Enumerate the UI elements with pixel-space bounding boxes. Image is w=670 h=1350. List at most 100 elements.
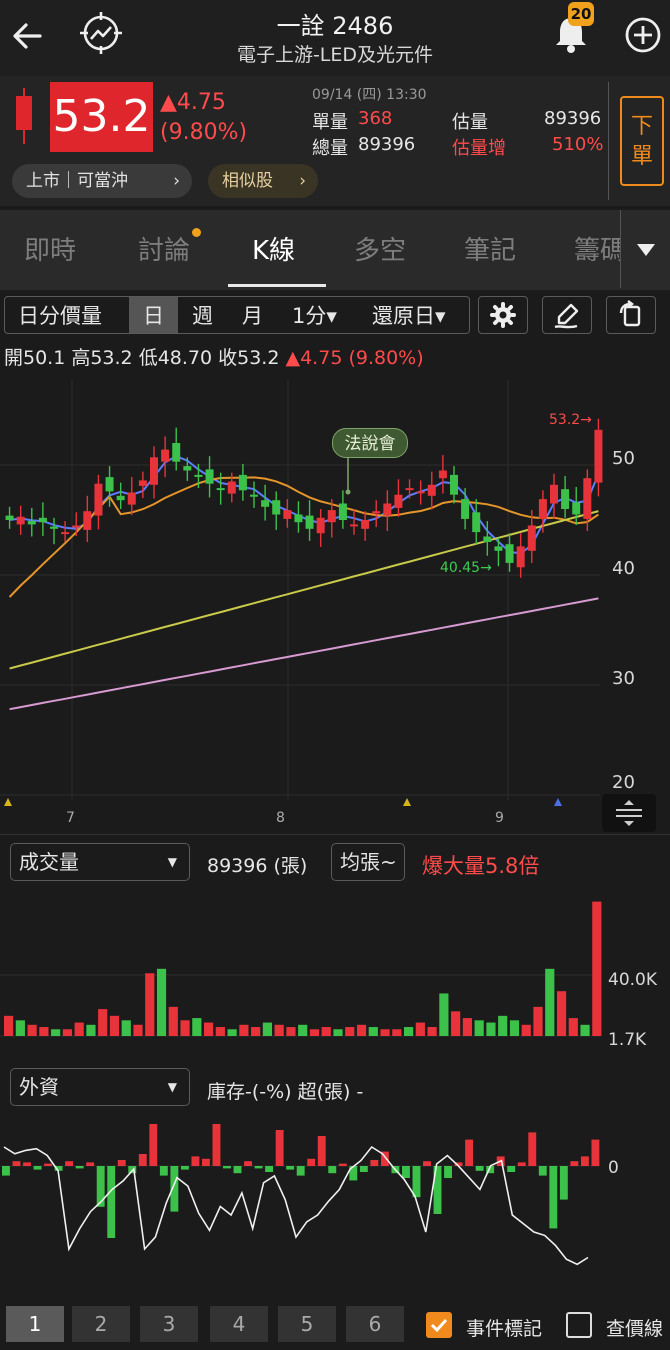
candle-body [361, 520, 370, 529]
event-marker-dot [345, 489, 351, 495]
page-1-button[interactable]: 1 [6, 1306, 64, 1342]
foreign-bar [507, 1166, 516, 1172]
volume-bar [509, 1020, 520, 1036]
candle-body [461, 499, 470, 519]
foreign-bar [23, 1162, 31, 1166]
place-order-label-1: 下 [630, 114, 653, 139]
ohlc-summary: 開50.1 高53.2 低48.70 收53.2 ▲4.75 (9.80%) [4, 343, 424, 370]
tab-kline[interactable]: K線 [252, 230, 295, 267]
caret-down-icon [637, 244, 655, 256]
candle-body [538, 499, 547, 519]
volume-bar [580, 1024, 590, 1036]
page-5-button[interactable]: 5 [278, 1306, 336, 1342]
high-price-annotation: 53.2→ [549, 412, 592, 428]
volume-bar [498, 1015, 508, 1036]
toolbar-intraday[interactable]: 日分價量 [18, 300, 102, 330]
page-4-button[interactable]: 4 [210, 1306, 268, 1342]
candle-body [50, 526, 58, 529]
toolbar-week[interactable]: 週 [192, 300, 213, 330]
foreign-bar [538, 1166, 547, 1176]
tab-discussion[interactable]: 討論 [138, 230, 190, 267]
foreign-bar [149, 1124, 158, 1166]
event-annotation-label[interactable]: 法說會 [332, 428, 408, 458]
current-price: 53.2 [50, 82, 153, 152]
panel-resize-button[interactable] [602, 794, 656, 832]
volume-bar [109, 1015, 120, 1036]
volume-indicator-select[interactable]: 成交量 ▼ [10, 843, 190, 881]
volume-bar [156, 968, 167, 1036]
y-tick-40: 40 [612, 558, 635, 579]
foreign-bar [138, 1154, 147, 1166]
volume-value: 89396 (張) [207, 855, 308, 877]
foreign-bar [244, 1161, 252, 1166]
kline-candles [5, 418, 603, 578]
similar-stocks-button[interactable]: 相似股 › [208, 164, 318, 198]
volume-bar [462, 1018, 472, 1036]
foreign-bar [223, 1166, 231, 1169]
foreign-bar [265, 1166, 274, 1172]
foreign-bar [2, 1166, 10, 1176]
page-3-button[interactable]: 3 [140, 1306, 198, 1342]
tab-notes[interactable]: 筆記 [464, 230, 516, 267]
place-order-button[interactable]: 下 單 [620, 96, 664, 186]
foreign-bar [233, 1166, 242, 1174]
foreign-bar [423, 1161, 431, 1166]
volume-bar [133, 1024, 143, 1036]
volume-bar [204, 1022, 214, 1036]
estimated-increase-label: 估量增 [452, 138, 506, 159]
tab-realtime[interactable]: 即時 [24, 230, 76, 267]
candle-body [61, 532, 70, 535]
candle-body [516, 546, 525, 568]
event-mark-label: 事件標記 [466, 1318, 543, 1340]
toolbar-day[interactable]: 日 [143, 300, 164, 330]
event-triangle-icon [554, 798, 562, 806]
event-mark-checkbox[interactable] [426, 1312, 452, 1338]
toolbar-minute-select[interactable]: 1分▾ [292, 300, 337, 330]
tab-chips[interactable]: 籌碼 [574, 230, 620, 267]
foreign-bar [75, 1166, 84, 1169]
volume-bar [545, 968, 555, 1036]
toolbar-adjust-select[interactable]: 還原日▾ [372, 300, 446, 330]
candle-body [72, 525, 81, 528]
notification-badge: 20 [568, 2, 594, 26]
unit-volume-value: 368 [358, 108, 393, 129]
caret-down-icon: ▼ [167, 1080, 177, 1094]
page-2-button[interactable]: 2 [72, 1306, 130, 1342]
volume-bar [368, 1027, 378, 1036]
tab-bull-bear[interactable]: 多空 [354, 230, 406, 267]
avg-selector[interactable]: 均張~ [331, 843, 405, 881]
foreign-bar [296, 1166, 305, 1176]
volume-bar [533, 1006, 543, 1036]
caret-down-icon: ▼ [167, 855, 177, 869]
candle-body [16, 516, 25, 525]
settings-button[interactable] [478, 296, 528, 334]
volume-bar [227, 1029, 237, 1036]
quote-datetime: 09/14 (四) 13:30 [312, 87, 427, 103]
volume-bar [168, 1006, 178, 1036]
draw-button[interactable] [542, 296, 592, 334]
foreign-bar [580, 1156, 589, 1166]
tab-kline-underline [228, 284, 326, 287]
foreign-bar [517, 1162, 526, 1166]
foreign-bar [359, 1166, 368, 1172]
volume-bar [51, 1029, 61, 1036]
candle-body [427, 484, 436, 496]
add-circle-icon[interactable] [624, 16, 662, 54]
quote-divider [608, 82, 609, 200]
price-line-checkbox[interactable] [566, 1312, 592, 1338]
market-tag-button[interactable]: 上市｜可當沖 › [12, 164, 192, 198]
tab-more-button[interactable] [620, 210, 670, 288]
candle-body [583, 478, 592, 519]
foreign-bar [307, 1158, 316, 1166]
y-tick-50: 50 [612, 448, 635, 469]
estimated-volume-label: 估量 [452, 112, 488, 133]
foreign-indicator-select[interactable]: 外資 ▼ [10, 1068, 190, 1106]
volume-bar [439, 993, 449, 1036]
foreign-bar [159, 1166, 168, 1176]
page-6-button[interactable]: 6 [346, 1306, 404, 1342]
foreign-value: 庫存-(-%) 超(張) - [207, 1081, 364, 1103]
toolbar-month[interactable]: 月 [242, 300, 263, 330]
volume-bar [27, 1024, 37, 1036]
rotate-button[interactable] [606, 296, 656, 334]
volume-bar [86, 1024, 96, 1036]
